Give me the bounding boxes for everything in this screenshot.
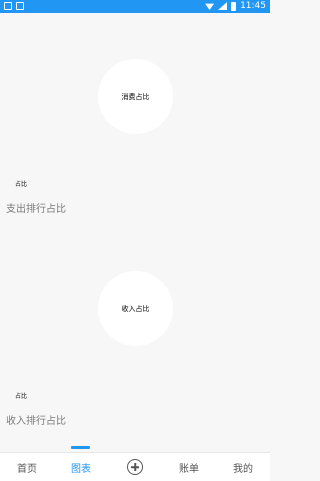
income-ranking-title: 收入排行占比	[6, 416, 66, 427]
nav-mine[interactable]: 我的	[216, 453, 270, 481]
nav-bills[interactable]: 账单	[162, 453, 216, 481]
wifi-icon	[205, 3, 215, 10]
photo-icon	[16, 2, 24, 10]
nav-active-indicator	[71, 446, 90, 449]
battery-icon	[231, 1, 237, 11]
spending-chart-center-label: 消费占比	[121, 92, 150, 101]
nav-home[interactable]: 首页	[0, 453, 54, 481]
nav-mine-label: 我的	[233, 463, 253, 475]
nav-bills-label: 账单	[179, 463, 199, 475]
status-bar: 11:45	[0, 0, 270, 13]
nav-charts[interactable]: 图表	[54, 453, 108, 481]
nav-charts-label: 图表	[71, 463, 91, 475]
income-donut-chart[interactable]: 收入占比	[98, 271, 173, 346]
add-circle-icon	[127, 459, 143, 475]
spending-donut-chart[interactable]: 消费占比	[98, 59, 173, 134]
bottom-nav: 首页 图表 账单 我的	[0, 452, 270, 481]
nav-add[interactable]	[108, 453, 162, 481]
income-legend-label: 占比	[15, 393, 28, 400]
income-chart-center-label: 收入占比	[121, 304, 150, 313]
notification-icon	[4, 2, 12, 10]
nav-home-label: 首页	[17, 463, 37, 475]
spending-ranking-title: 支出排行占比	[6, 204, 66, 215]
status-left-icons	[4, 2, 24, 10]
signal-icon	[218, 2, 228, 10]
status-time: 11:45	[240, 1, 266, 11]
spending-legend-label: 占比	[15, 181, 28, 188]
status-right: 11:45	[205, 1, 266, 11]
